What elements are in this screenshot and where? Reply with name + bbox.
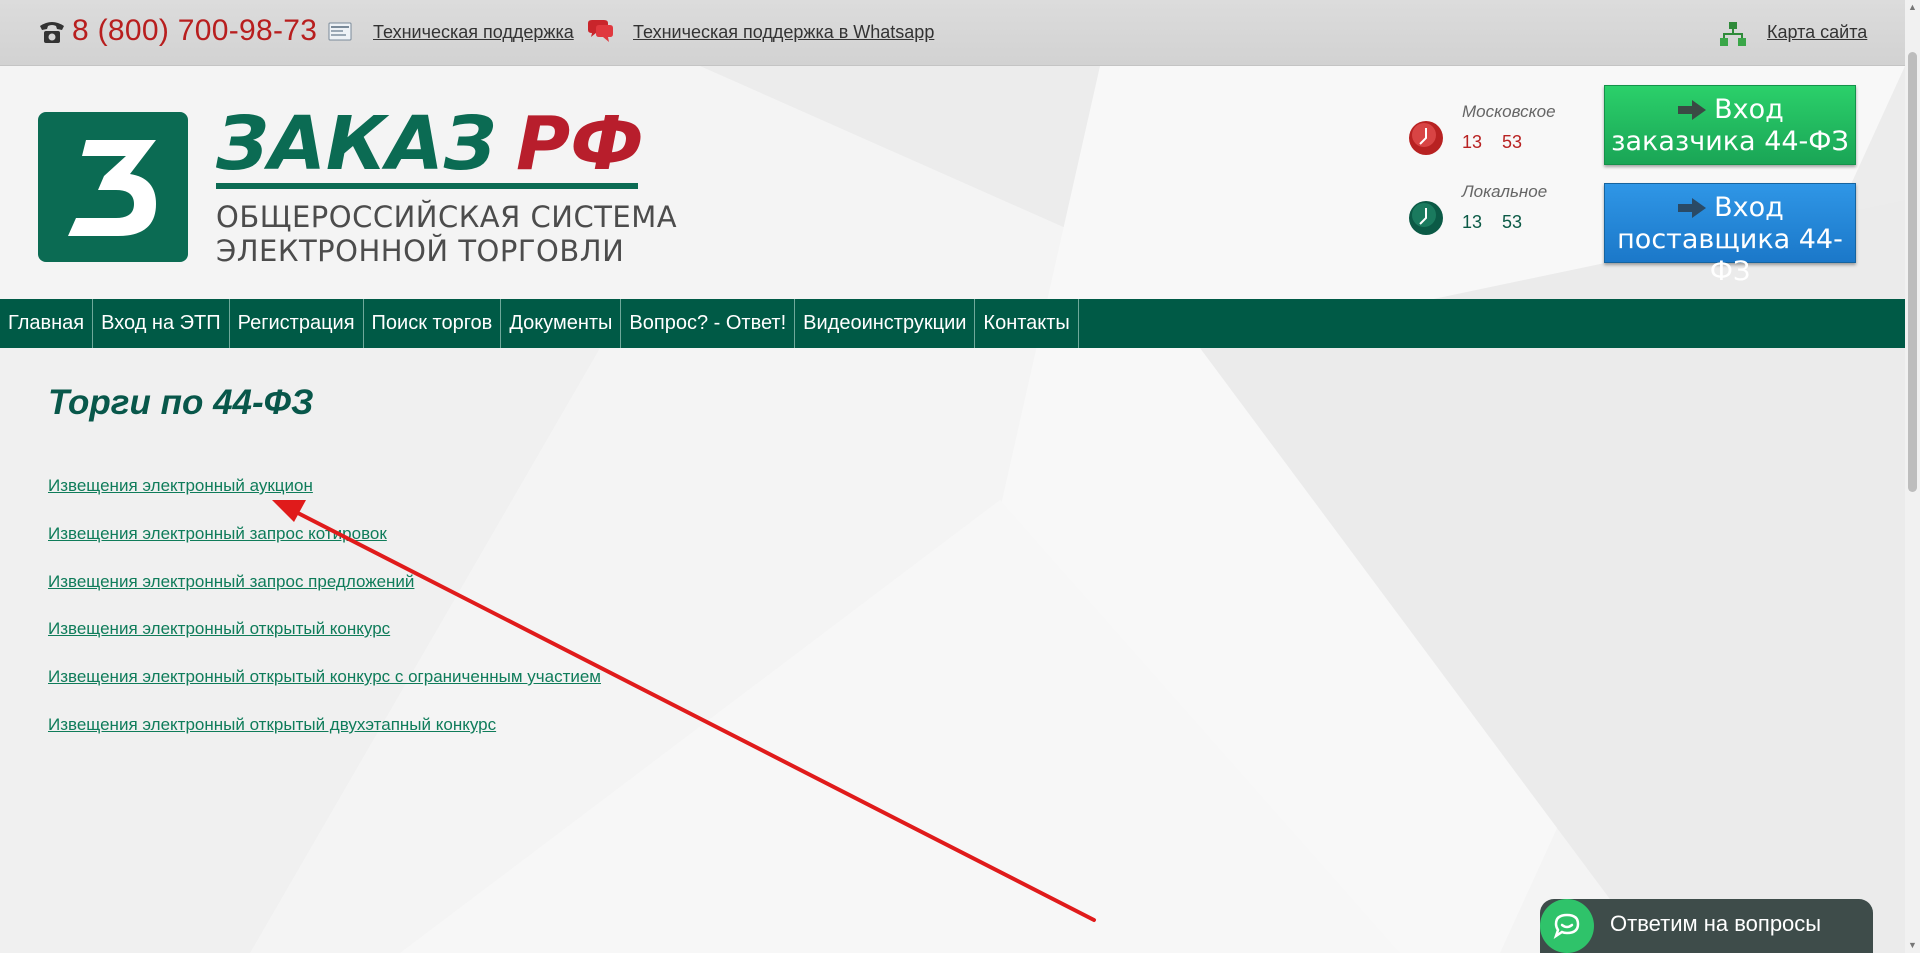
local-clock-icon [1409,201,1443,235]
svg-text:РФ: РФ [516,107,644,177]
nav-item-etp-login[interactable]: Вход на ЭТП [93,299,230,348]
svg-text:ЗАКАЗ: ЗАКАЗ [216,107,496,177]
logo-mark[interactable] [38,112,188,262]
whatsapp-icon [588,20,613,42]
link-electronic-auction[interactable]: Извещения электронный аукцион [48,476,313,496]
scroll-up-arrow-icon[interactable]: ▲ [1905,0,1920,15]
nav-item-faq[interactable]: Вопрос? - Ответ! [621,299,796,348]
logo-wordmark[interactable]: ЗАКАЗ РФ [216,107,646,177]
logo-letter-icon [68,140,156,236]
link-two-stage-tender[interactable]: Извещения электронный открытый двухэтапн… [48,715,496,735]
sitemap-link[interactable]: Карта сайта [1767,22,1867,43]
local-time-label: Локальное [1462,182,1548,201]
link-limited-tender[interactable]: Извещения электронный открытый конкурс с… [48,667,601,687]
supplier-login-button[interactable]: Вход поставщика 44-ФЗ [1604,183,1856,287]
chat-label: Ответим на вопросы [1610,911,1822,936]
nav-item-search[interactable]: Поиск торгов [364,299,502,348]
chat-icon [1540,899,1594,953]
logo-subtitle-2: ЭЛЕКТРОННОЙ ТОРГОВЛИ [216,234,625,268]
nav-item-video[interactable]: Видеоинструкции [795,299,976,348]
link-open-tender[interactable]: Извещения электронный открытый конкурс [48,619,390,639]
nav-item-registration[interactable]: Регистрация [230,299,364,348]
phone-icon [40,22,64,43]
moscow-time-label: Московское [1462,102,1556,121]
scrollbar[interactable]: ▲ ▼ [1905,0,1920,953]
link-quotation-request[interactable]: Извещения электронный запрос котировок [48,524,387,544]
customer-login-button[interactable]: Вход заказчика 44-ФЗ [1604,85,1856,165]
phone-number: 8 (800) 700-98-73 [72,14,318,47]
local-time: 13 53 [1462,212,1523,232]
logo-subtitle-1: ОБЩЕРОССИЙСКАЯ СИСТЕМА [216,200,678,234]
arrow-right-icon [1678,198,1707,218]
nav-item-documents[interactable]: Документы [501,299,622,348]
support-link[interactable]: Техническая поддержка [373,22,574,43]
arrow-right-icon [1678,100,1707,120]
site-header: ЗАКАЗ РФ ОБЩЕРОССИЙСКАЯ СИСТЕМА ЭЛЕКТРОН… [0,67,1905,298]
page-title: Торги по 44-ФЗ [48,383,314,422]
whatsapp-support-link[interactable]: Техническая поддержка в Whatsapp [633,22,934,43]
chat-widget[interactable]: Ответим на вопросы [1540,899,1873,953]
nav-item-contacts[interactable]: Контакты [975,299,1079,348]
logo-divider [216,183,638,189]
nav-item-home[interactable]: Главная [0,299,94,348]
moscow-clock-icon [1409,121,1443,155]
sitemap-icon [1720,22,1746,46]
link-proposal-request[interactable]: Извещения электронный запрос предложений [48,572,414,592]
scroll-thumb[interactable] [1908,52,1917,492]
moscow-time: 13 53 [1462,132,1523,152]
top-bar: 8 (800) 700-98-73 Техническая поддержка … [0,0,1905,66]
scroll-down-arrow-icon[interactable]: ▼ [1905,938,1920,953]
main-nav: Главная Вход на ЭТП Регистрация Поиск то… [0,299,1905,348]
support-icon [328,22,352,41]
